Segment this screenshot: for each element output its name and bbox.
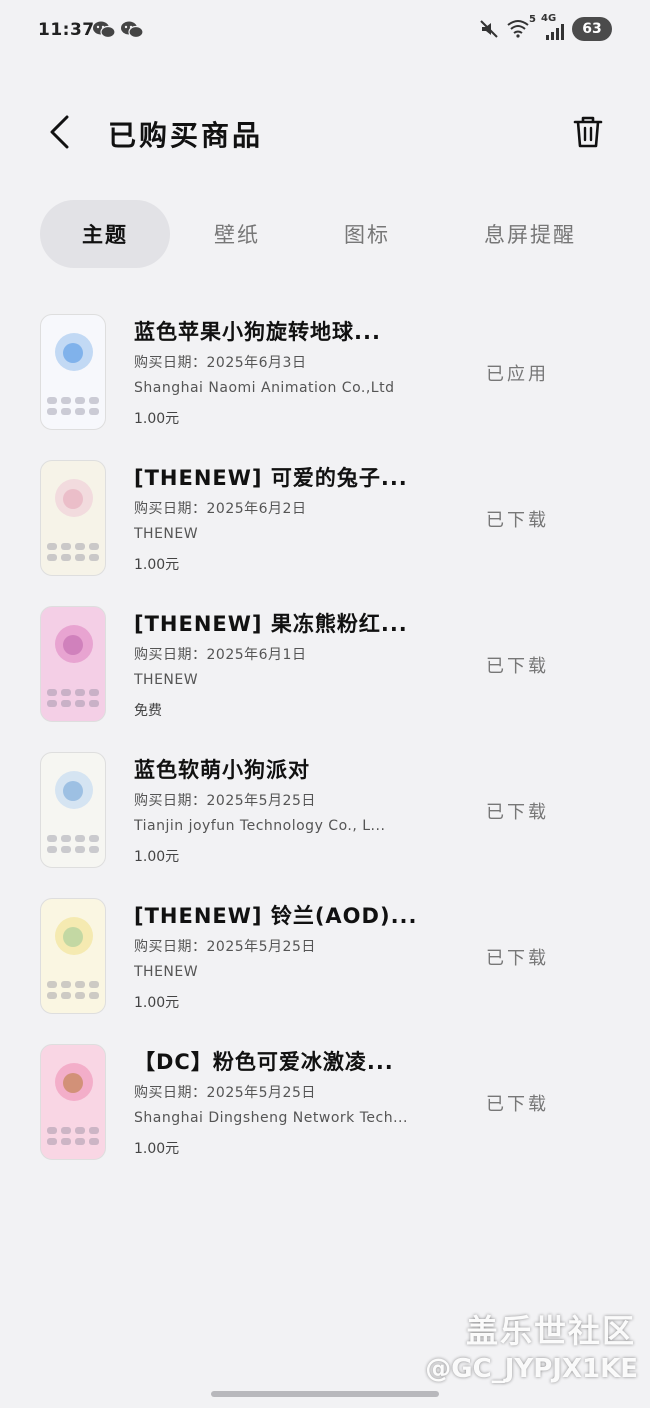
tab-theme[interactable]: 主题 xyxy=(40,200,170,268)
list-item[interactable]: [THENEW] 铃兰(AOD)... 购买日期：2025年5月25日 THEN… xyxy=(0,884,650,1030)
item-price: 免费 xyxy=(134,703,162,719)
trash-icon xyxy=(573,116,603,148)
thumbnail-art xyxy=(63,1073,83,1093)
item-status[interactable]: 已下载 xyxy=(486,798,549,824)
list-item[interactable]: [THENEW] 可爱的兔子... 购买日期：2025年6月2日 THENEW … xyxy=(0,446,650,592)
item-title: 【DC】粉色可爱冰激凌... xyxy=(134,1050,394,1074)
item-price: 1.00元 xyxy=(134,1141,180,1157)
item-vendor: THENEW xyxy=(134,964,199,980)
wechat-icon xyxy=(121,21,144,39)
thumbnail-art xyxy=(63,781,83,801)
item-price: 1.00元 xyxy=(134,849,180,865)
thumbnail-art xyxy=(63,343,83,363)
item-title: 蓝色苹果小狗旋转地球... xyxy=(134,320,381,344)
item-purchase-date: 购买日期：2025年5月25日 xyxy=(134,793,316,809)
item-price: 1.00元 xyxy=(134,995,180,1011)
home-indicator[interactable] xyxy=(211,1391,439,1397)
chevron-left-icon xyxy=(50,115,69,149)
status-bar: 11:37 5 4G 63 xyxy=(0,0,650,62)
theme-thumbnail xyxy=(40,752,106,868)
list-item[interactable]: [THENEW] 果冻熊粉红... 购买日期：2025年6月1日 THENEW … xyxy=(0,592,650,738)
battery-indicator: 63 xyxy=(572,17,612,41)
list-item[interactable]: 蓝色软萌小狗派对 购买日期：2025年5月25日 Tianjin joyfun … xyxy=(0,738,650,884)
item-price: 1.00元 xyxy=(134,557,180,573)
tab-icons[interactable]: 图标 xyxy=(312,200,422,268)
thumbnail-art xyxy=(63,635,83,655)
tab-wallpaper[interactable]: 壁纸 xyxy=(182,200,292,268)
item-title: [THENEW] 可爱的兔子... xyxy=(134,466,408,490)
item-title: [THENEW] 果冻熊粉红... xyxy=(134,612,408,636)
wifi-icon xyxy=(507,20,529,38)
purchased-list: 蓝色苹果小狗旋转地球... 购买日期：2025年6月3日 Shanghai Na… xyxy=(0,300,650,1176)
theme-thumbnail xyxy=(40,460,106,576)
item-status[interactable]: 已下载 xyxy=(486,944,549,970)
item-vendor: Shanghai Naomi Animation Co.,Ltd xyxy=(134,380,395,396)
app-header: 已购买商品 xyxy=(0,100,650,164)
back-button[interactable] xyxy=(40,112,80,152)
tab-aod-reminder[interactable]: 息屏提醒 xyxy=(450,200,610,268)
item-purchase-date: 购买日期：2025年5月25日 xyxy=(134,939,316,955)
list-item[interactable]: 蓝色苹果小狗旋转地球... 购买日期：2025年6月3日 Shanghai Na… xyxy=(0,300,650,446)
wechat-icon xyxy=(93,21,116,39)
item-status[interactable]: 已下载 xyxy=(486,652,549,678)
item-status[interactable]: 已下载 xyxy=(486,1090,549,1116)
watermark-community: 盖乐世社区 xyxy=(465,1312,636,1350)
item-price: 1.00元 xyxy=(134,411,180,427)
item-status[interactable]: 已下载 xyxy=(486,506,549,532)
item-vendor: Tianjin joyfun Technology Co., L... xyxy=(134,818,386,834)
watermark-user: @GC_JYPJX1KE xyxy=(425,1354,638,1384)
item-title: 蓝色软萌小狗派对 xyxy=(134,758,310,782)
mute-icon xyxy=(480,20,498,38)
theme-thumbnail xyxy=(40,898,106,1014)
item-vendor: Shanghai Dingsheng Network Tech... xyxy=(134,1110,408,1126)
network-type: 4G xyxy=(541,13,557,24)
theme-thumbnail xyxy=(40,1044,106,1160)
cellular-signal-icon xyxy=(546,24,564,40)
item-status[interactable]: 已应用 xyxy=(486,360,549,386)
theme-thumbnail xyxy=(40,314,106,430)
status-time: 11:37 xyxy=(38,20,95,40)
wifi-badge: 5 xyxy=(529,14,536,25)
page-title: 已购买商品 xyxy=(108,119,264,152)
item-purchase-date: 购买日期：2025年5月25日 xyxy=(134,1085,316,1101)
item-purchase-date: 购买日期：2025年6月2日 xyxy=(134,501,307,517)
item-vendor: THENEW xyxy=(134,526,199,542)
delete-button[interactable] xyxy=(568,112,608,152)
thumbnail-art xyxy=(63,489,83,509)
list-item[interactable]: 【DC】粉色可爱冰激凌... 购买日期：2025年5月25日 Shanghai … xyxy=(0,1030,650,1176)
item-vendor: THENEW xyxy=(134,672,199,688)
item-title: [THENEW] 铃兰(AOD)... xyxy=(134,904,418,928)
theme-thumbnail xyxy=(40,606,106,722)
thumbnail-art xyxy=(63,927,83,947)
category-tabs: 主题 壁纸 图标 息屏提醒 xyxy=(40,200,610,268)
item-purchase-date: 购买日期：2025年6月1日 xyxy=(134,647,307,663)
item-purchase-date: 购买日期：2025年6月3日 xyxy=(134,355,307,371)
